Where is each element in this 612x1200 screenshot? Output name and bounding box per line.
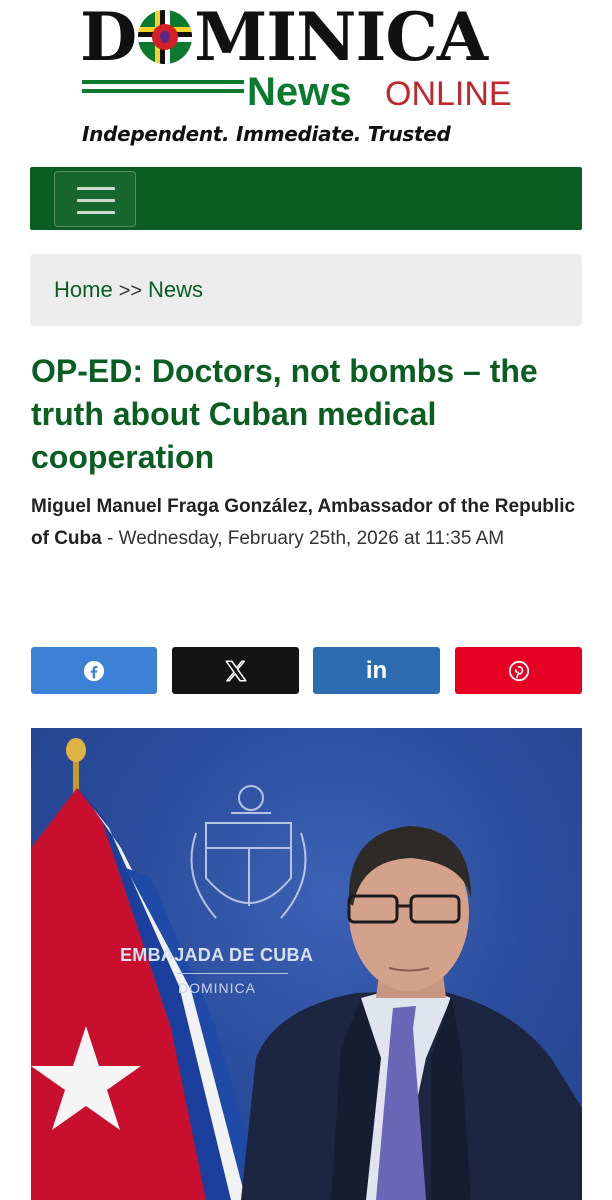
- pinterest-icon: [508, 660, 529, 681]
- byline-separator: -: [101, 528, 119, 549]
- article-date: Wednesday, February 25th, 2026 at 11:35 …: [118, 528, 505, 549]
- logo-text: MINICA: [194, 0, 488, 76]
- breadcrumb: Home >> News: [30, 254, 582, 326]
- pinterest-share-button[interactable]: [455, 647, 582, 694]
- linkedin-share-button[interactable]: in: [313, 647, 440, 694]
- breadcrumb-home-link[interactable]: Home: [54, 277, 113, 302]
- breadcrumb-separator: >>: [118, 280, 143, 302]
- logo-letter-d: D: [80, 0, 137, 76]
- article-byline: Miguel Manuel Fraga González, Ambassador…: [31, 491, 586, 555]
- site-header: D MINICA News ONLINE Independent. Immedi…: [0, 0, 612, 150]
- facebook-share-button[interactable]: [31, 647, 157, 694]
- logo-online: ONLINE: [385, 75, 512, 113]
- linkedin-icon: in: [365, 656, 388, 684]
- main-navbar: [30, 167, 582, 230]
- embassy-sign-rule: [178, 973, 288, 974]
- facebook-icon: [83, 660, 105, 681]
- logo-news: News: [247, 70, 352, 114]
- embassy-sign-title: EMBAJADA DE CUBA: [120, 945, 314, 965]
- x-share-button[interactable]: [172, 647, 299, 694]
- breadcrumb-news-link[interactable]: News: [148, 277, 203, 302]
- dominica-flag-icon: [138, 10, 193, 64]
- x-icon: [224, 659, 247, 682]
- site-tagline: Independent. Immediate. Trusted: [82, 122, 451, 146]
- logo-lines: [82, 80, 244, 102]
- hamburger-menu-icon[interactable]: [54, 171, 136, 227]
- article-title: OP-ED: Doctors, not bombs – the truth ab…: [31, 353, 538, 475]
- embassy-sign-subtitle: DOMINICA: [178, 980, 256, 996]
- site-logo[interactable]: D MINICA: [80, 2, 530, 72]
